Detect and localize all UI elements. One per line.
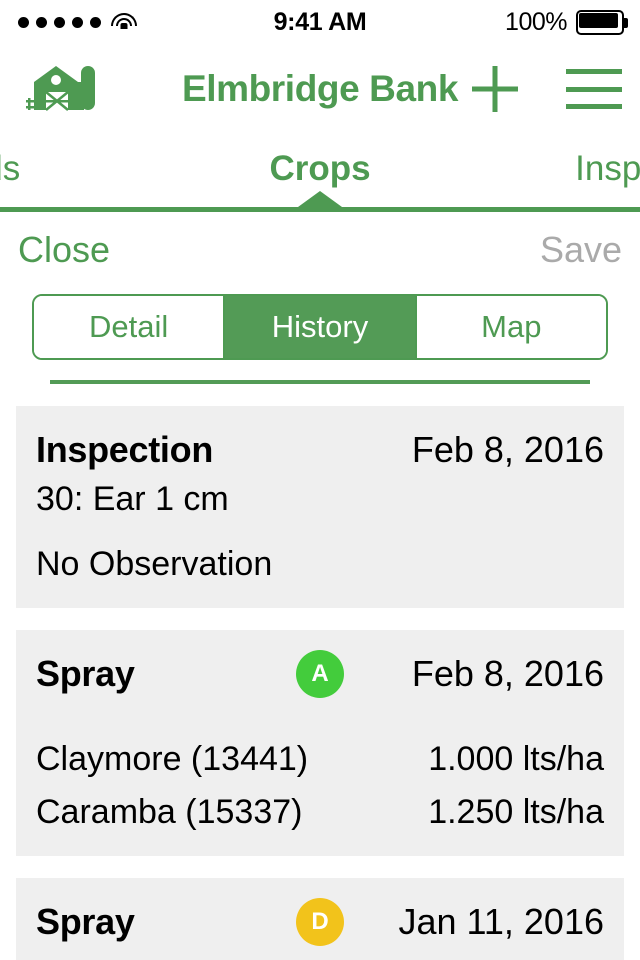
history-item-date: Jan 11, 2016 <box>398 901 604 942</box>
hamburger-menu-icon[interactable] <box>566 69 622 109</box>
tab-inspections[interactable]: Inspect <box>575 134 640 204</box>
observation-label: No Observation <box>36 545 273 583</box>
segment-map[interactable]: Map <box>414 296 606 358</box>
segment-history[interactable]: History <box>223 296 415 358</box>
plus-icon[interactable] <box>468 62 522 116</box>
product-row: Claymore (13441) 1.000 lts/ha <box>36 740 604 779</box>
status-bar: 9:41 AM 100% <box>0 0 640 44</box>
top-tab-bar: elds Crops Inspect <box>0 134 640 212</box>
product-rate: 1.250 lts/ha <box>428 793 604 831</box>
nav-actions <box>468 62 622 116</box>
product-list: Claymore (13441) 1.000 lts/ha Caramba (1… <box>36 740 604 832</box>
history-item-title: Spray <box>36 901 135 942</box>
status-badge: A <box>296 650 344 698</box>
modal-action-bar: Close Save <box>0 212 640 288</box>
status-badge: D <box>296 898 344 946</box>
status-bar-right: 100% <box>505 0 628 44</box>
history-item-header: Spray D Jan 11, 2016 <box>36 898 604 946</box>
segmented-control-wrap: Detail History Map <box>0 288 640 384</box>
product-name: Caramba (15337) <box>36 793 303 831</box>
segmented-control: Detail History Map <box>32 294 608 360</box>
product-rate: 1.000 lts/ha <box>428 740 604 778</box>
history-item-inspection[interactable]: Inspection Feb 8, 2016 30: Ear 1 cm No O… <box>16 406 624 608</box>
battery-percent-label: 100% <box>505 7 567 36</box>
growth-stage-label: 30: Ear 1 cm <box>36 480 229 518</box>
history-item-spray-a[interactable]: Spray A Feb 8, 2016 Claymore (13441) 1.0… <box>16 630 624 856</box>
product-name: Claymore (13441) <box>36 740 309 778</box>
history-item-title: Inspection <box>36 429 214 470</box>
product-row: Caramba (15337) 1.250 lts/ha <box>36 793 604 832</box>
history-item-date: Feb 8, 2016 <box>411 429 604 470</box>
history-item-title: Spray <box>36 653 135 694</box>
app-screen: 9:41 AM 100% Elmbridge Bank s Crops Insp… <box>0 0 640 960</box>
nav-bar: Elmbridge Bank <box>0 44 640 134</box>
history-item-header: Spray A Feb 8, 2016 <box>36 650 604 698</box>
close-button[interactable]: Close <box>18 229 110 271</box>
selected-tab-indicator <box>298 191 342 207</box>
segmented-control-divider <box>50 380 590 384</box>
history-item-spray-d[interactable]: Spray D Jan 11, 2016 <box>16 878 624 960</box>
history-item-date: Feb 8, 2016 <box>411 653 604 694</box>
battery-icon <box>576 9 628 35</box>
history-item-header: Inspection Feb 8, 2016 <box>36 428 604 472</box>
history-list: Inspection Feb 8, 2016 30: Ear 1 cm No O… <box>0 406 640 960</box>
save-button[interactable]: Save <box>540 229 622 271</box>
segment-detail[interactable]: Detail <box>34 296 224 358</box>
